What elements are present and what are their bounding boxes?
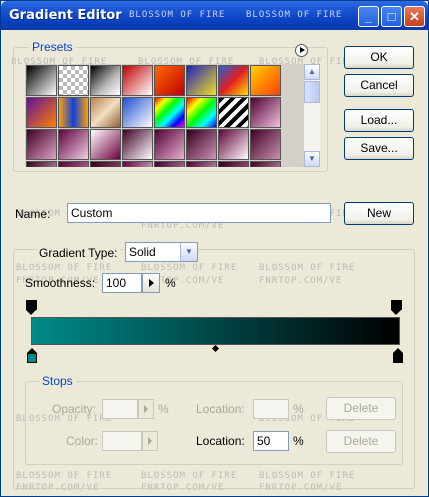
delete-color-stop-button[interactable]: Delete [326,430,396,453]
presets-label: Presets [29,40,76,54]
preset-swatch[interactable] [122,65,153,96]
preset-swatch[interactable] [186,161,217,167]
color-menu-button[interactable] [142,431,158,451]
preset-swatch[interactable] [186,129,217,160]
gradient-editor-window: Gradient Editor _ □ ✕ BLOSSOM OF FIRE BL… [0,0,429,497]
color-location-label: Location: [196,434,245,448]
preset-swatch[interactable] [58,65,89,96]
opacity-location-label: Location: [196,402,245,416]
smoothness-unit: % [165,276,176,290]
preset-swatch[interactable] [90,129,121,160]
color-stop-right[interactable] [393,348,404,363]
maximize-icon[interactable]: □ [381,6,402,27]
preset-swatch[interactable] [90,97,121,128]
triangle-right-icon [144,405,148,413]
preset-swatch[interactable] [26,129,57,160]
preset-swatch[interactable] [154,97,185,128]
opacity-stop-left[interactable] [26,300,37,315]
opacity-label: Opacity: [52,402,97,416]
preset-swatch[interactable] [58,129,89,160]
smoothness-field[interactable]: 100 [102,273,142,293]
triangle-right-icon [148,437,152,445]
scroll-down-icon[interactable]: ▼ [304,151,320,167]
preset-swatch[interactable] [250,65,281,96]
chevron-down-icon[interactable]: ▼ [180,243,197,261]
opacity-unit: % [158,402,169,416]
preset-swatch[interactable] [90,161,121,167]
cancel-button[interactable]: Cancel [344,74,414,97]
preset-swatch[interactable] [26,97,57,128]
watermark-text: BLOSSOM OF FIRE [129,10,226,20]
preset-swatch[interactable] [250,161,281,167]
preset-swatch[interactable] [218,65,249,96]
preset-swatch[interactable] [122,129,153,160]
triangle-right-icon [300,47,305,53]
save-button[interactable]: Save... [344,137,414,160]
scroll-thumb[interactable] [304,81,320,103]
preset-swatch[interactable] [58,97,89,128]
presets-scrollbar[interactable]: ▲ ▼ [303,64,320,167]
opacity-field[interactable] [102,399,138,419]
gradient-type-label: Gradient Type: [37,246,120,260]
stops-label: Stops [39,374,76,388]
color-label: Color: [66,434,99,448]
preset-swatch[interactable] [122,161,153,167]
preset-swatch[interactable] [250,97,281,128]
color-location-unit: % [293,434,304,448]
ok-button[interactable]: OK [344,46,414,69]
preset-swatch[interactable] [154,129,185,160]
opacity-location-field[interactable] [253,399,289,419]
preset-swatch[interactable] [218,129,249,160]
preset-swatch[interactable] [186,97,217,128]
name-field[interactable]: Custom [67,203,331,223]
scroll-up-icon[interactable]: ▲ [304,64,320,80]
preset-swatch[interactable] [154,65,185,96]
opacity-location-unit: % [293,402,304,416]
minimize-icon[interactable]: _ [358,6,379,27]
preset-swatch[interactable] [250,129,281,160]
new-button[interactable]: New [344,202,414,225]
name-label: Name: [15,207,51,221]
preset-swatch[interactable] [154,161,185,167]
opacity-stepper-button[interactable] [138,399,154,419]
delete-opacity-stop-button[interactable]: Delete [326,397,396,420]
close-icon[interactable]: ✕ [404,6,425,27]
gradient-preview-bar[interactable] [31,317,400,345]
preset-swatch[interactable] [218,161,249,167]
preset-swatch-grid [25,64,303,167]
preset-swatch[interactable] [58,161,89,167]
preset-swatch[interactable] [218,97,249,128]
preset-swatch[interactable] [186,65,217,96]
preset-swatch[interactable] [90,65,121,96]
color-stop-left[interactable] [27,348,38,363]
watermark-text: BLOSSOM OF FIRE [246,10,343,20]
preset-swatch[interactable] [26,65,57,96]
gradient-type-value: Solid [129,245,156,259]
smoothness-stepper-button[interactable] [142,273,160,293]
triangle-right-icon [149,279,154,287]
smoothness-label: Smoothness: [25,276,96,290]
color-location-field[interactable]: 50 [253,431,289,451]
gradient-type-select[interactable]: Solid ▼ [125,242,198,262]
presets-menu-button[interactable] [295,44,308,57]
opacity-stop-right[interactable] [391,300,402,315]
preset-swatch[interactable] [122,97,153,128]
load-button[interactable]: Load... [344,109,414,132]
window-title: Gradient Editor [9,8,122,23]
preset-swatch[interactable] [26,161,57,167]
color-swatch-field[interactable] [102,431,142,451]
